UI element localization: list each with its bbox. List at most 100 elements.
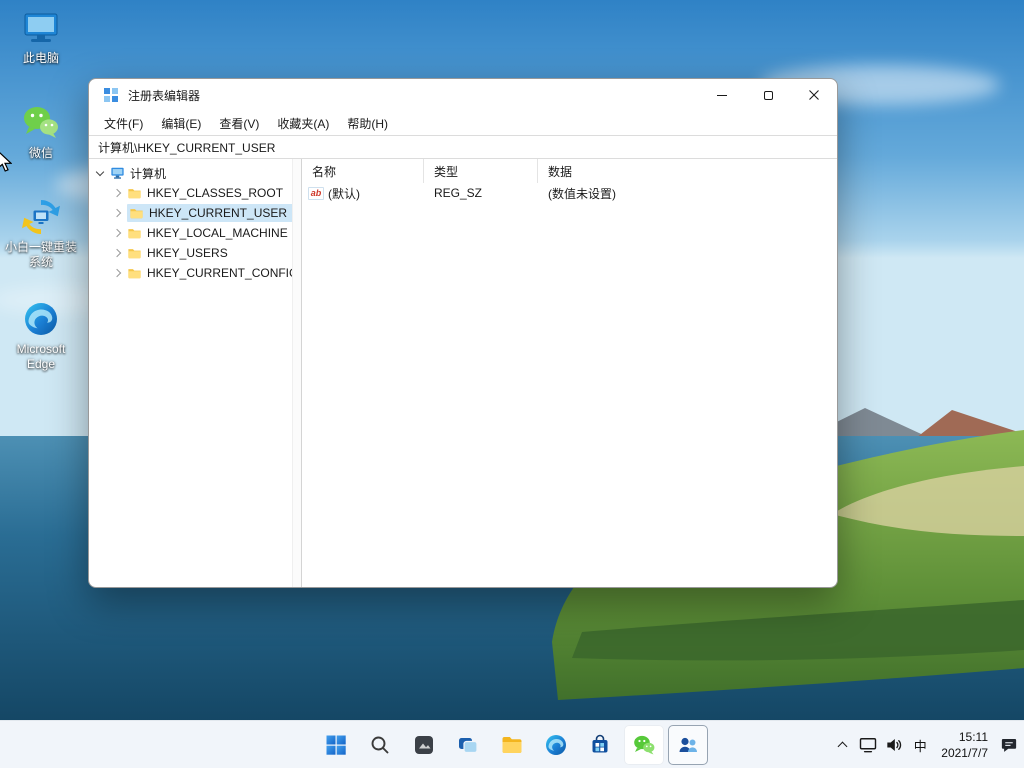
network-button[interactable] — [855, 725, 881, 765]
menu-view[interactable]: 查看(V) — [210, 112, 268, 135]
registry-tree: 计算机 HKEY_CLASSES_ROOT HKEY_CURRENT_USER … — [89, 159, 292, 587]
tree-node-label: HKEY_LOCAL_MACHINE — [147, 226, 288, 240]
system-tray: 中 15:11 2021/7/7 — [829, 721, 1022, 768]
window-controls — [699, 79, 837, 111]
tree-node-computer[interactable]: 计算机 — [89, 163, 292, 183]
computer-icon — [111, 167, 124, 179]
value-data-cell: (数值未设置) — [548, 186, 616, 201]
menu-favorites[interactable]: 收藏夹(A) — [268, 112, 338, 135]
taskbar-center-icons — [316, 725, 708, 765]
tree-node-hkey-local-machine[interactable]: HKEY_LOCAL_MACHINE — [89, 223, 292, 243]
chevron-right-icon[interactable] — [112, 268, 122, 278]
list-row[interactable]: ab (默认) REG_SZ (数值未设置) — [302, 183, 837, 203]
task-view-button[interactable] — [448, 725, 488, 765]
folder-icon — [128, 229, 141, 239]
chevron-right-icon[interactable] — [112, 228, 122, 238]
list-header: 名称 类型 数据 — [302, 159, 837, 183]
tree-node-label: 计算机 — [130, 166, 167, 181]
menu-file[interactable]: 文件(F) — [95, 112, 152, 135]
xiaobai-reinstall-icon — [22, 199, 60, 235]
this-pc-icon — [24, 13, 58, 42]
clock-date: 2021/7/7 — [941, 746, 988, 760]
network-icon — [860, 738, 877, 753]
tree-node-hkey-users[interactable]: HKEY_USERS — [89, 243, 292, 263]
taskbar-app-dark[interactable] — [404, 725, 444, 765]
window-titlebar[interactable]: 注册表编辑器 — [89, 79, 837, 111]
minimize-button[interactable] — [699, 79, 745, 111]
value-list: 名称 类型 数据 ab (默认) REG_SZ (数值未设置) — [302, 159, 837, 587]
search-icon — [371, 736, 389, 754]
tray-overflow-button[interactable] — [829, 725, 855, 765]
desktop-icon-wechat[interactable]: 微信 — [2, 103, 80, 161]
ime-mode-label: 中 — [913, 738, 927, 754]
chevron-down-icon[interactable] — [95, 167, 105, 176]
string-value-icon: ab — [308, 186, 324, 200]
regedit-window: 注册表编辑器 文件(F) 编辑(E) 查看(V) 收藏夹(A) 帮助(H) 计算… — [88, 78, 838, 588]
desktop-icon-label: 小白一键重装系统 — [4, 240, 77, 269]
notification-center-button[interactable] — [996, 725, 1022, 765]
folder-icon — [128, 249, 141, 259]
tree-node-hkey-classes-root[interactable]: HKEY_CLASSES_ROOT — [89, 183, 292, 203]
edge-button[interactable] — [536, 725, 576, 765]
chevron-up-icon — [837, 741, 848, 752]
dark-app-icon — [415, 736, 433, 754]
wechat-taskbar-button[interactable] — [624, 725, 664, 765]
edge-icon — [25, 303, 57, 335]
desktop-icon-xiaobai[interactable]: 小白一键重装系统 — [2, 197, 80, 270]
desktop-icon-label: 此电脑 — [22, 51, 59, 65]
regedit-app-icon — [104, 88, 118, 102]
address-text: 计算机\HKEY_CURRENT_USER — [98, 140, 276, 155]
clock-time: 15:11 — [958, 729, 988, 744]
desktop-icon-label: 微信 — [28, 146, 53, 160]
active-app-icon — [679, 737, 697, 752]
close-icon — [809, 90, 819, 100]
chevron-right-icon[interactable] — [112, 248, 122, 258]
tree-node-hkey-current-config[interactable]: HKEY_CURRENT_CONFIG — [89, 263, 292, 283]
notification-icon — [1001, 739, 1017, 752]
start-button[interactable] — [316, 725, 356, 765]
column-header-name[interactable]: 名称 — [302, 159, 424, 183]
clock[interactable]: 15:11 2021/7/7 — [933, 729, 996, 761]
task-view-icon — [459, 738, 478, 754]
search-button[interactable] — [360, 725, 400, 765]
wechat-icon — [24, 107, 58, 138]
menu-edit[interactable]: 编辑(E) — [152, 112, 210, 135]
column-header-type[interactable]: 类型 — [424, 159, 538, 183]
file-explorer-button[interactable] — [492, 725, 532, 765]
menu-bar: 文件(F) 编辑(E) 查看(V) 收藏夹(A) 帮助(H) — [89, 111, 837, 135]
desktop-icon-label: Microsoft Edge — [16, 342, 66, 371]
volume-button[interactable] — [881, 725, 907, 765]
store-icon — [592, 734, 608, 753]
minimize-icon — [717, 94, 727, 96]
store-button[interactable] — [580, 725, 620, 765]
close-button[interactable] — [791, 79, 837, 111]
folder-icon — [128, 269, 141, 279]
tree-node-label: HKEY_CLASSES_ROOT — [147, 186, 284, 200]
window-body: 计算机 HKEY_CLASSES_ROOT HKEY_CURRENT_USER … — [89, 159, 837, 587]
speaker-icon — [887, 739, 902, 751]
value-type-cell: REG_SZ — [434, 186, 483, 200]
desktop-icon-this-pc[interactable]: 此电脑 — [2, 8, 80, 66]
menu-help[interactable]: 帮助(H) — [338, 112, 397, 135]
window-title: 注册表编辑器 — [128, 88, 201, 103]
desktop-icon-edge[interactable]: Microsoft Edge — [2, 299, 80, 372]
taskbar: 中 15:11 2021/7/7 — [0, 720, 1024, 768]
tree-scrollbar[interactable] — [292, 159, 301, 587]
tree-node-hkey-current-user[interactable]: HKEY_CURRENT_USER — [89, 203, 292, 223]
chevron-right-icon[interactable] — [112, 208, 122, 218]
tree-node-label: HKEY_CURRENT_USER — [149, 206, 288, 220]
mouse-cursor — [0, 152, 12, 172]
value-name: (默认) — [328, 186, 360, 201]
selected-node-highlight: HKEY_CURRENT_USER — [127, 204, 292, 222]
folder-icon — [128, 189, 141, 199]
address-bar[interactable]: 计算机\HKEY_CURRENT_USER — [89, 135, 837, 159]
folder-icon — [130, 209, 143, 219]
column-header-data[interactable]: 数据 — [538, 159, 837, 183]
tree-node-label: HKEY_CURRENT_CONFIG — [147, 266, 292, 280]
value-name-cell: ab (默认) — [302, 185, 424, 202]
ime-indicator[interactable]: 中 — [907, 725, 933, 765]
active-app-button[interactable] — [668, 725, 708, 765]
maximize-button[interactable] — [745, 79, 791, 111]
chevron-right-icon[interactable] — [112, 188, 122, 198]
tree-node-label: HKEY_USERS — [147, 246, 228, 260]
